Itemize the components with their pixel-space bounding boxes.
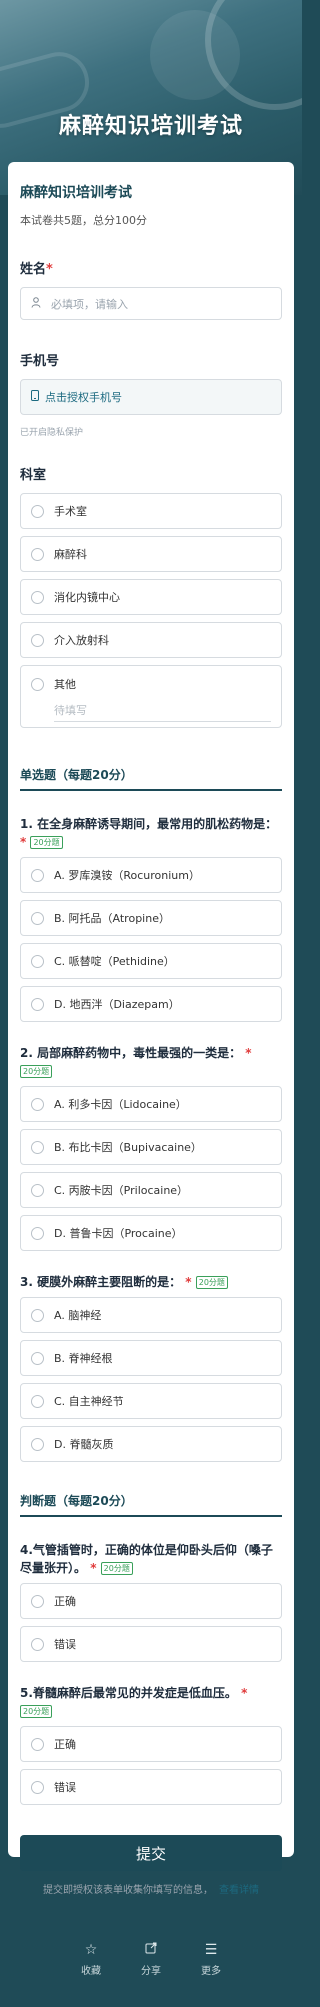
name-label: 姓名* [20, 262, 53, 277]
required-mark: * [46, 262, 53, 277]
radio-icon [31, 1437, 44, 1451]
banner-decoration [150, 10, 240, 100]
view-details-link[interactable]: 查看详情 [219, 1885, 259, 1896]
question-1-title: 1. 在全身麻醉诱导期间，最常用的肌松药物是： * 20分题 [20, 817, 278, 849]
more-button[interactable]: ☰ 更多 [181, 1930, 241, 2007]
question-3-option[interactable]: C. 自主神经节 [20, 1383, 282, 1419]
score-badge: 20分题 [20, 1705, 53, 1718]
radio-icon [31, 997, 44, 1011]
department-label: 科室 [20, 468, 47, 483]
phone-icon [31, 390, 39, 404]
menu-icon: ☰ [204, 1942, 218, 1958]
question-2-option[interactable]: C. 丙胺卡因（Prilocaine） [20, 1172, 282, 1208]
other-department-input[interactable]: 待填写 [54, 702, 271, 722]
radio-icon [31, 677, 44, 691]
question-4-title: 4.气管插管时，正确的体位是仰卧头后仰（嗓子尽量张开）。 * 20分题 [20, 1543, 273, 1575]
department-option[interactable]: 手术室 [20, 493, 282, 529]
department-option-other[interactable]: 其他 待填写 [20, 665, 282, 728]
radio-icon [31, 547, 44, 561]
question-2-option[interactable]: D. 普鲁卡因（Procaine） [20, 1215, 282, 1251]
section-true-false: 判断题（每题20分） [20, 1492, 282, 1517]
radio-icon [31, 1183, 44, 1197]
score-badge: 20分题 [100, 1562, 133, 1575]
favorite-button[interactable]: ☆ 收藏 [61, 1930, 121, 2007]
radio-icon [31, 1637, 44, 1651]
authorize-phone-label: 点击授权手机号 [45, 391, 122, 404]
name-placeholder: 必填项，请输入 [51, 297, 128, 311]
radio-icon [31, 1140, 44, 1154]
radio-icon [31, 633, 44, 647]
form-title: 麻醉知识培训考试 [20, 185, 132, 201]
radio-icon [31, 868, 44, 882]
question-1-option[interactable]: D. 地西泮（Diazepam） [20, 986, 282, 1022]
score-badge: 20分题 [30, 836, 63, 849]
radio-icon [31, 1737, 44, 1751]
form-card: 麻醉知识培训考试 本试卷共5题，总分100分 姓名* 必填项，请输入 手机号 点… [8, 162, 294, 1896]
submit-notice: 提交即授权该表单收集你填写的信息， 查看详情 [43, 1885, 259, 1896]
question-2-title: 2. 局部麻醉药物中，毒性最强的一类是： * 20分题 [20, 1046, 252, 1078]
required-mark: * [241, 1686, 248, 1700]
question-3-option[interactable]: B. 脊神经根 [20, 1340, 282, 1376]
bottom-toolbar: ☆ 收藏 分享 ☰ 更多 [0, 1930, 302, 2007]
department-option[interactable]: 介入放射科 [20, 622, 282, 658]
question-2-option[interactable]: A. 利多卡因（Lidocaine） [20, 1086, 282, 1122]
question-5-option[interactable]: 正确 [20, 1726, 282, 1762]
required-mark: * [90, 1561, 97, 1575]
score-badge: 20分题 [195, 1276, 228, 1289]
radio-icon [31, 1226, 44, 1240]
radio-icon [31, 1351, 44, 1365]
privacy-hint: 已开启隐私保护 [20, 428, 84, 438]
required-mark: * [245, 1046, 252, 1060]
name-input[interactable]: 必填项，请输入 [20, 287, 282, 320]
radio-icon [31, 1308, 44, 1322]
question-3-option[interactable]: A. 脑神经 [20, 1297, 282, 1333]
required-mark: * [185, 1275, 192, 1289]
department-option[interactable]: 麻醉科 [20, 536, 282, 572]
radio-icon [31, 1097, 44, 1111]
share-button[interactable]: 分享 [121, 1930, 181, 2007]
question-4-option[interactable]: 错误 [20, 1626, 282, 1662]
share-icon [121, 1942, 181, 1958]
question-3-option[interactable]: D. 脊髓灰质 [20, 1426, 282, 1462]
question-1-option[interactable]: C. 哌替啶（Pethidine） [20, 943, 282, 979]
question-5-title: 5.脊髓麻醉后最常见的并发症是低血压。 * 20分题 [20, 1686, 248, 1718]
question-3-title: 3. 硬膜外麻醉主要阻断的是： * 20分题 [20, 1273, 282, 1291]
radio-icon [31, 1780, 44, 1794]
form-description: 本试卷共5题，总分100分 [20, 214, 147, 227]
radio-icon [31, 954, 44, 968]
radio-icon [31, 1394, 44, 1408]
required-mark: * [20, 835, 27, 849]
question-1-option[interactable]: A. 罗库溴铵（Rocuronium） [20, 857, 282, 893]
question-1-option[interactable]: B. 阿托品（Atropine） [20, 900, 282, 936]
authorize-phone-button[interactable]: 点击授权手机号 [20, 379, 282, 415]
score-badge: 20分题 [20, 1065, 53, 1078]
question-5-option[interactable]: 错误 [20, 1769, 282, 1805]
submit-button[interactable]: 提交 [20, 1835, 282, 1871]
question-2-option[interactable]: B. 布比卡因（Bupivacaine） [20, 1129, 282, 1165]
person-icon [31, 296, 45, 311]
question-4-option[interactable]: 正确 [20, 1583, 282, 1619]
radio-icon [31, 1594, 44, 1608]
radio-icon [31, 590, 44, 604]
star-icon: ☆ [84, 1942, 98, 1958]
phone-label: 手机号 [20, 354, 60, 369]
radio-icon [31, 911, 44, 925]
radio-icon [31, 504, 44, 518]
section-single-choice: 单选题（每题20分） [20, 766, 282, 791]
department-option[interactable]: 消化内镜中心 [20, 579, 282, 615]
hero-title: 麻醉知识培训考试 [58, 114, 243, 139]
